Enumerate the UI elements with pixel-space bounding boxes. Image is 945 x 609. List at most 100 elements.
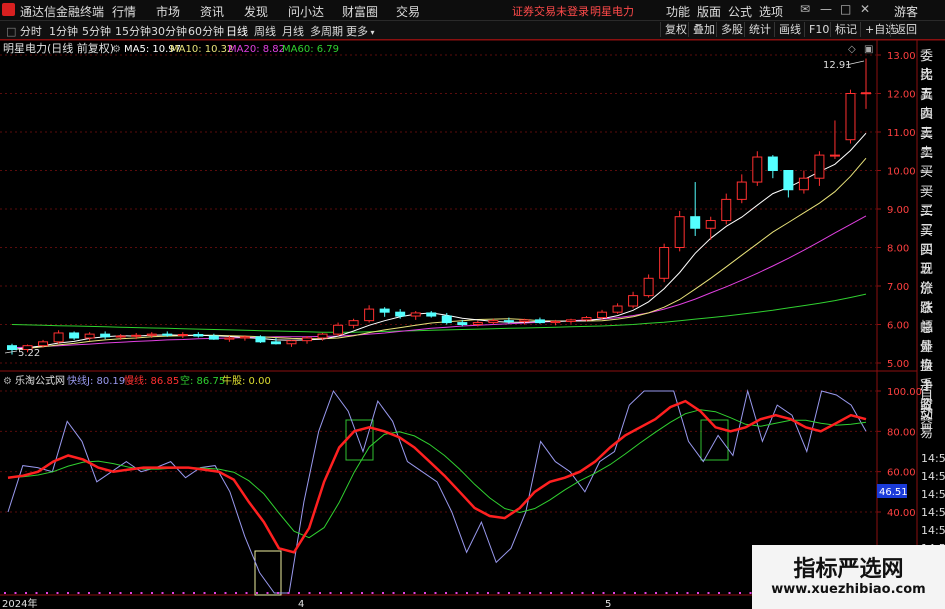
f10-button[interactable]: F10 [804, 22, 833, 37]
baseline-dot [739, 592, 741, 594]
baseline-dot [602, 592, 605, 594]
period-tab-60min[interactable]: 60分钟 [188, 23, 224, 39]
side-trade-item[interactable]: 交易 [920, 403, 945, 441]
duogu-button[interactable]: 多股 [716, 22, 747, 37]
baseline-dot [676, 592, 678, 594]
candle [628, 291, 639, 309]
fuquan-button[interactable]: 复权 [660, 22, 691, 37]
guest-label[interactable]: 游客 [894, 3, 918, 20]
baseline-dot [319, 592, 321, 594]
tongji-button[interactable]: 统计 [744, 22, 775, 37]
candle [736, 174, 747, 204]
baseline-dot [25, 592, 27, 594]
baseline-dot [571, 592, 573, 594]
high-price-label: 12.91 [823, 60, 852, 71]
candle-body [736, 181, 747, 200]
login-warning[interactable]: 证券交易未登录 [512, 3, 589, 19]
menu-item-wenxiaoda[interactable]: 问小达 [288, 3, 324, 20]
price-tick-label: 8.00 [887, 244, 909, 255]
period-tab-5min[interactable]: 5分钟 [82, 23, 111, 39]
menu-item-hangqing[interactable]: 行情 [112, 3, 136, 20]
candle-body [177, 334, 188, 337]
period-tab-15min[interactable]: 15分钟 [115, 23, 151, 39]
price-tick-label: 12.00 [887, 90, 916, 101]
candle-body [193, 334, 204, 337]
candle [426, 311, 437, 318]
price-tick-label: 13.00 [887, 51, 916, 62]
indicator-lines [7, 389, 867, 594]
menu-item-gongneng[interactable]: 功能 [666, 3, 690, 20]
back-button[interactable]: 返回 [890, 22, 921, 37]
expand-icon: □ [6, 25, 17, 38]
period-tab-more[interactable]: 更多 ▾ [346, 23, 375, 39]
baseline-dot [14, 592, 17, 594]
baseline-dot [193, 592, 195, 594]
baseline-dot [224, 592, 227, 594]
indicator-gear-icon[interactable]: ⚙ [3, 376, 12, 387]
candle [379, 307, 390, 317]
period-tab-monthly[interactable]: 月线 [282, 23, 304, 39]
baseline-dot [77, 592, 80, 594]
candle-body [674, 216, 685, 248]
menu-item-gongshi[interactable]: 公式 [728, 3, 752, 20]
period-tab-multi[interactable]: 多周期 [310, 23, 343, 39]
candle-body [861, 92, 871, 95]
period-tab-fenshi[interactable]: □ 分时 [6, 23, 42, 39]
diamond-icon[interactable]: ◇ [848, 44, 856, 55]
candle-body [69, 332, 80, 339]
baseline-dot [172, 592, 174, 594]
kline-chart[interactable]: 13.00 12.00 11.00 10.00 9.00 8.00 7.00 6.00 5.00… [0, 40, 945, 609]
app-logo-icon [2, 3, 15, 16]
baseline-dot [266, 592, 269, 594]
menu-item-shichang[interactable]: 市场 [156, 3, 180, 20]
menu-item-caifuquan[interactable]: 财富圈 [342, 3, 378, 20]
indicator-niugu-label: 牛股: 0.00 [222, 374, 271, 387]
price-tick-label: 6.00 [887, 321, 909, 332]
biaoji-button[interactable]: 标记 [830, 22, 861, 37]
period-tab-1min[interactable]: 1分钟 [49, 23, 78, 39]
candle-body [690, 216, 701, 229]
candle-body [364, 308, 375, 322]
more-label: 更多 [346, 25, 368, 38]
candle-body [348, 320, 359, 326]
candle [69, 331, 80, 340]
candle [783, 170, 794, 198]
panel-toggle-icon[interactable]: ▣ [864, 44, 873, 55]
trade-time: 14:56 [921, 452, 945, 465]
indicator-axis: 100.00 80.00 60.00 40.00 [877, 387, 922, 519]
menu-item-xuanxiang[interactable]: 选项 [759, 3, 783, 20]
ma60-line [11, 293, 867, 333]
baseline-dot [655, 592, 657, 594]
period-tab-weekly[interactable]: 周线 [254, 23, 276, 39]
menu-item-zixun[interactable]: 资讯 [200, 3, 224, 20]
candle [829, 120, 840, 159]
candle [767, 155, 778, 179]
x-axis-label-2024: 2024年 [2, 597, 37, 609]
baseline-dot [235, 592, 237, 594]
menu-item-jiaoyi[interactable]: 交易 [396, 3, 420, 20]
baseline-dot [130, 592, 132, 594]
diejia-button[interactable]: 叠加 [688, 22, 719, 37]
indicator-tick-label: 100.00 [887, 387, 922, 398]
candlesticks [7, 58, 871, 355]
baseline-dot [613, 592, 615, 594]
menu-item-banmian[interactable]: 版面 [697, 3, 721, 20]
period-tab-daily[interactable]: 日线 [226, 23, 248, 39]
maximize-icon[interactable]: □ [840, 2, 851, 16]
baseline-dot [56, 592, 59, 594]
baseline-dot [581, 592, 584, 594]
candle-body [410, 312, 421, 317]
candle-body [146, 333, 157, 336]
message-icon[interactable]: ✉ [800, 2, 810, 16]
huaxian-button[interactable]: 画线 [774, 22, 805, 37]
close-icon[interactable]: ✕ [860, 2, 870, 16]
minimize-icon[interactable]: — [820, 2, 832, 16]
indicator-tick-label: 40.00 [887, 508, 916, 519]
menu-item-faxian[interactable]: 发现 [244, 3, 268, 20]
period-tab-30min[interactable]: 30分钟 [151, 23, 187, 39]
baseline-dot [245, 592, 248, 594]
indicator-tick-label: 60.00 [887, 468, 916, 479]
app-title: 通达信金融终端 [20, 5, 105, 19]
candle-body [457, 322, 468, 326]
settings-gear-icon[interactable]: ⚙ [112, 44, 121, 55]
